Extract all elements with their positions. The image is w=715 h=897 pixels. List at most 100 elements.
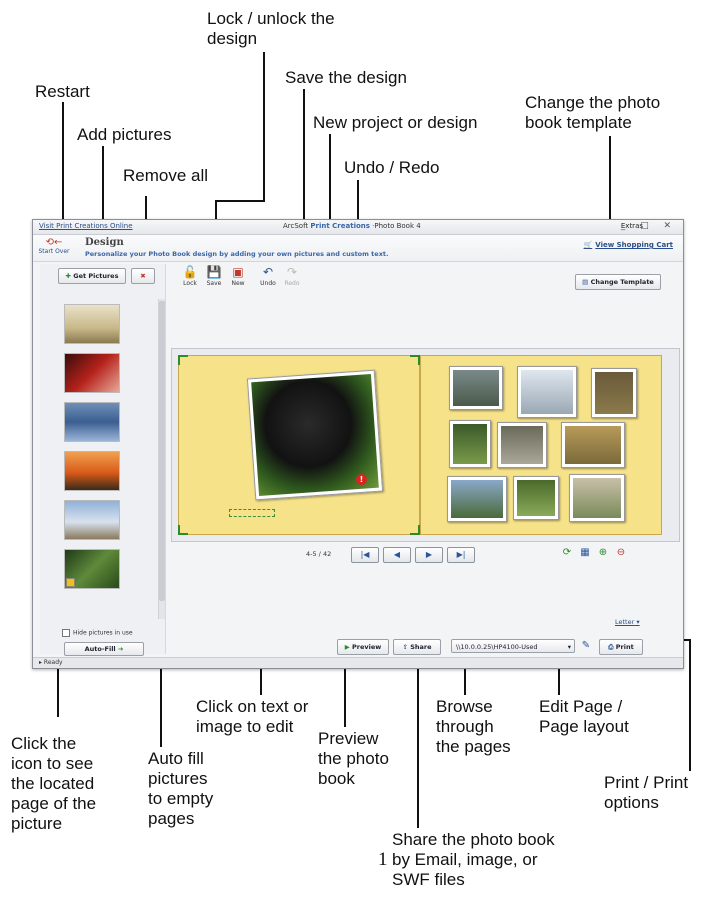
picture-thumbnail[interactable] xyxy=(64,549,120,589)
collage-photo[interactable] xyxy=(569,474,625,522)
callout-print-options: Print / Print options xyxy=(604,773,689,812)
photo-book-spread: ! xyxy=(171,348,680,542)
collage-photo[interactable] xyxy=(561,422,625,468)
status-bar: ▸ Ready xyxy=(33,657,683,668)
last-page-icon: ▶| xyxy=(456,550,466,559)
last-page-button[interactable]: ▶| xyxy=(447,547,475,563)
collage-photo[interactable] xyxy=(591,368,637,418)
header: ⟲← Start Over Design Personalize your Ph… xyxy=(33,235,683,262)
next-page-button[interactable]: ▶ xyxy=(415,547,443,563)
layout-icon: ▦ xyxy=(580,547,590,558)
collage-photo[interactable] xyxy=(517,366,577,418)
picture-thumbnail[interactable] xyxy=(64,500,120,540)
get-pictures-button[interactable]: ✚ Get Pictures xyxy=(58,268,126,284)
lock-icon: 🔓 xyxy=(182,265,198,279)
callout-edit-page: Edit Page / Page layout xyxy=(539,697,629,736)
remove-all-icon: ✖ xyxy=(140,272,146,280)
print-button[interactable]: ⎙ Print xyxy=(599,639,643,655)
page-locate-icon[interactable] xyxy=(66,578,75,587)
page-number: 1 xyxy=(378,849,388,870)
warning-badge-icon[interactable]: ! xyxy=(356,474,367,485)
page-indicator[interactable]: 4-5 / 42 xyxy=(306,550,331,558)
right-page[interactable] xyxy=(420,355,662,535)
collage-photo[interactable] xyxy=(449,366,503,410)
left-page[interactable]: ! xyxy=(178,355,420,535)
callout-share: Share the photo book by Email, image, or… xyxy=(392,830,555,889)
callout-preview: Preview the photo book xyxy=(318,729,389,788)
picture-thumbnail[interactable] xyxy=(64,304,120,344)
hide-pictures-checkbox[interactable]: Hide pictures in use xyxy=(62,629,133,637)
first-page-icon: |◀ xyxy=(360,550,370,559)
redo-icon: ↷ xyxy=(286,265,298,279)
save-icon: 💾 xyxy=(206,265,222,279)
preview-icon: ▶ xyxy=(344,643,352,651)
paper-size-dropdown[interactable]: Letter ▾ xyxy=(615,618,640,626)
page-layout-button[interactable]: ▦ xyxy=(578,546,592,560)
callout-remove-all: Remove all xyxy=(123,166,209,185)
section-title: Design xyxy=(85,237,124,248)
start-over-button[interactable]: ⟲← Start Over xyxy=(37,237,71,259)
start-over-label: Start Over xyxy=(38,248,70,255)
view-cart-link[interactable]: 🛒 View Shopping Cart xyxy=(584,241,673,249)
previous-page-button[interactable]: ◀ xyxy=(383,547,411,563)
previous-page-icon: ◀ xyxy=(393,550,401,559)
section-subtitle: Personalize your Photo Book design by ad… xyxy=(85,250,389,258)
share-button[interactable]: ⇪ Share xyxy=(393,639,441,655)
picture-panel: ✚ Get Pictures ✖ Hide pictures in use Au… xyxy=(40,264,166,656)
callout-browse: Browse through the pages xyxy=(436,697,511,756)
caption-text-box[interactable] xyxy=(229,509,275,517)
rotate-icon: ⟳ xyxy=(562,547,572,558)
callout-change-template: Change the photo book template xyxy=(525,93,661,132)
picture-thumbnail[interactable] xyxy=(64,451,120,491)
undo-icon: ↶ xyxy=(262,265,274,279)
picture-list xyxy=(64,304,124,598)
picture-scrollbar[interactable] xyxy=(158,299,165,619)
template-icon: ▤ xyxy=(582,278,591,286)
collage-photo[interactable] xyxy=(449,420,491,468)
window-title: ArcSoft Print Creations ·Photo Book 4 xyxy=(283,222,421,230)
cart-icon: 🛒 xyxy=(583,241,593,249)
callout-save-design: Save the design xyxy=(285,68,407,87)
callout-click-icon: Click the icon to see the located page o… xyxy=(11,734,97,833)
printer-select[interactable]: \\10.0.0.25\HP4100-Used ▾ xyxy=(451,639,575,653)
redo-button[interactable]: ↷ Redo xyxy=(281,264,303,287)
print-icon: ⎙ xyxy=(608,643,616,651)
first-page-button[interactable]: |◀ xyxy=(351,547,379,563)
auto-fill-icon: ➜ xyxy=(117,645,124,653)
window-controls[interactable]: _ □ ✕ xyxy=(621,221,677,231)
lock-button[interactable]: 🔓 Lock xyxy=(179,264,201,287)
title-bar: Visit Print Creations Online ArcSoft Pri… xyxy=(33,220,683,235)
callout-lock-unlock: Lock / unlock the design xyxy=(207,9,335,48)
collage-photo[interactable] xyxy=(497,422,547,468)
picture-thumbnail[interactable] xyxy=(64,402,120,442)
start-over-icon: ⟲← xyxy=(45,237,63,248)
visit-online-link[interactable]: Visit Print Creations Online xyxy=(39,222,133,230)
callout-auto-fill: Auto fill pictures to empty pages xyxy=(148,749,214,828)
callout-click-edit: Click on text or image to edit xyxy=(196,697,309,736)
picture-thumbnail[interactable] xyxy=(64,353,120,393)
design-toolbar: 🔓 Lock 💾 Save ▣ New ↶ Undo ↷ Redo ▤ Change Te… xyxy=(171,264,676,292)
new-icon: ▣ xyxy=(232,265,244,279)
next-page-icon: ▶ xyxy=(425,550,433,559)
auto-fill-button[interactable]: Auto-Fill ➜ xyxy=(64,642,144,656)
collage-photo[interactable] xyxy=(447,476,507,522)
printer-settings-icon: ✎ xyxy=(581,640,591,651)
delete-page-button[interactable]: ⊖ xyxy=(614,546,628,560)
delete-page-icon: ⊖ xyxy=(616,547,626,558)
save-button[interactable]: 💾 Save xyxy=(203,264,225,287)
app-window: Visit Print Creations Online ArcSoft Pri… xyxy=(32,219,684,669)
rotate-page-button[interactable]: ⟳ xyxy=(560,546,574,560)
callout-add-pictures: Add pictures xyxy=(77,125,172,144)
remove-all-button[interactable]: ✖ xyxy=(131,268,155,284)
printer-settings-button[interactable]: ✎ xyxy=(579,639,593,653)
add-page-button[interactable]: ⊕ xyxy=(596,546,610,560)
preview-button[interactable]: ▶ Preview xyxy=(337,639,389,655)
new-button[interactable]: ▣ New xyxy=(227,264,249,287)
callout-undo-redo: Undo / Redo xyxy=(344,158,440,177)
callout-new-project: New project or design xyxy=(313,113,478,132)
undo-button[interactable]: ↶ Undo xyxy=(257,264,279,287)
change-template-button[interactable]: ▤ Change Template xyxy=(575,274,661,290)
callout-restart: Restart xyxy=(35,82,90,101)
collage-photo[interactable] xyxy=(513,476,559,520)
add-page-icon: ⊕ xyxy=(598,547,608,558)
